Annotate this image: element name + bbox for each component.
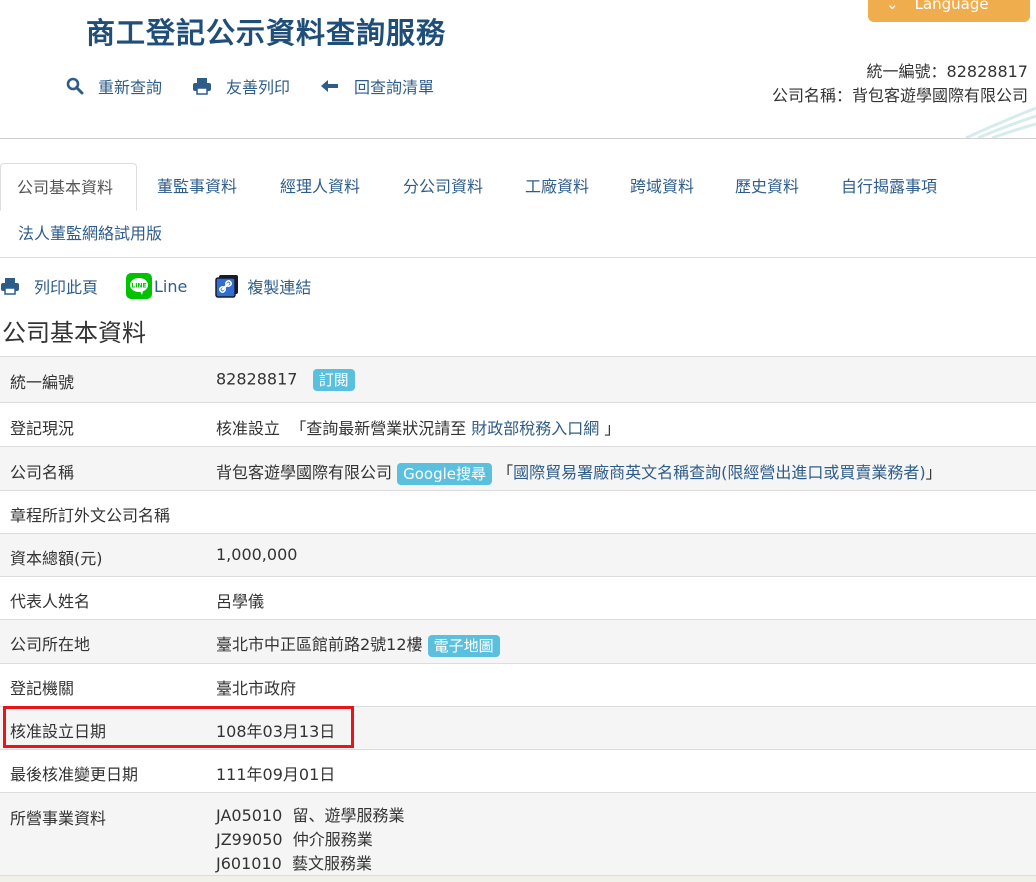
new-search-label: 重新查詢 xyxy=(98,78,163,97)
print-icon xyxy=(193,78,212,95)
highlight-annotation xyxy=(3,706,354,748)
chevron-down-icon: ⌄ xyxy=(886,0,899,13)
row-label: 登記機關 xyxy=(10,679,75,698)
row-label: 章程所訂外文公司名稱 xyxy=(10,506,171,525)
table-row-business: 所營事業資料 JA05010 留、遊學服務業 JZ99050 仲介服務業 J60… xyxy=(0,792,1036,875)
friendly-print-button[interactable]: 友善列印 xyxy=(192,74,290,98)
table-row-capital: 資本總額(元) 1,000,000 xyxy=(0,533,1036,576)
section-title: 公司基本資料 xyxy=(2,319,146,347)
tab-branches[interactable]: 分公司資料 xyxy=(403,163,483,211)
table-row-representative: 代表人姓名 呂學儀 xyxy=(0,576,1036,619)
unified-number-value: 82828817 xyxy=(216,369,298,389)
header-divider xyxy=(0,138,1036,139)
table-row-last-change-date: 最後核准變更日期 111年09月01日 xyxy=(0,749,1036,792)
tab-managers[interactable]: 經理人資料 xyxy=(280,163,360,211)
decorative-lines xyxy=(965,106,1036,138)
tab-cross-domain[interactable]: 跨域資料 xyxy=(630,163,694,211)
table-row-status: 登記現況 核准設立 「查詢最新營業狀況請至 財政部稅務入口網 」 xyxy=(0,402,1036,446)
tab-factories[interactable]: 工廠資料 xyxy=(525,163,589,211)
tab-basic-info[interactable]: 公司基本資料 xyxy=(0,163,137,211)
row-label: 最後核准變更日期 xyxy=(10,765,139,784)
subscribe-button[interactable]: 訂閱 xyxy=(312,369,355,391)
friendly-print-label: 友善列印 xyxy=(226,78,291,97)
header-company-info: 統一編號：82828817 公司名稱：背包客遊學國際有限公司 xyxy=(772,60,1028,108)
line-share-label: Line xyxy=(154,276,188,296)
electronic-map-button[interactable]: 電子地圖 xyxy=(427,634,500,657)
tax-portal-link[interactable]: 財政部稅務入口網 xyxy=(471,419,599,438)
business-item: JA05010 留、遊學服務業 xyxy=(216,806,405,825)
row-label: 所營事業資料 xyxy=(10,809,107,828)
row-value: 背包客遊學國際有限公司 Google搜尋 「國際貿易署廠商英文名稱查詢(限經營出… xyxy=(216,459,942,485)
table-row-unified-number: 統一編號 82828817 訂閱 xyxy=(0,356,1036,402)
row-label: 公司名稱 xyxy=(10,463,75,482)
status-note-prefix: 「查詢最新營業狀況請至 xyxy=(290,419,467,438)
google-search-button[interactable]: Google搜尋 xyxy=(397,462,493,485)
table-row-company-name: 公司名稱 背包客遊學國際有限公司 Google搜尋 「國際貿易署廠商英文名稱查詢… xyxy=(0,446,1036,490)
business-item: J601010 藝文服務業 xyxy=(216,854,372,873)
tab-history[interactable]: 歷史資料 xyxy=(735,163,799,211)
share-toolbar: 列印此頁 LINE Line 複製連結 xyxy=(0,272,339,300)
table-row-foreign-name: 章程所訂外文公司名稱 xyxy=(0,490,1036,533)
row-label: 公司所在地 xyxy=(10,635,91,654)
print-page-label: 列印此頁 xyxy=(34,278,99,297)
copy-link-button[interactable]: 複製連結 xyxy=(215,274,311,298)
language-label: Language xyxy=(914,0,989,13)
status-value: 核准設立 xyxy=(216,419,281,438)
business-list: JA05010 留、遊學服務業 JZ99050 仲介服務業 J601010 藝文… xyxy=(216,804,404,876)
table-row-address: 公司所在地 臺北市中正區館前路2號12樓 電子地圖 xyxy=(0,619,1036,663)
company-note-suffix: 」 xyxy=(925,463,942,482)
business-item: JZ99050 仲介服務業 xyxy=(216,830,373,849)
tab-self-disclosure[interactable]: 自行揭露事項 xyxy=(841,163,937,211)
row-label: 登記現況 xyxy=(10,419,75,438)
arrow-left-icon xyxy=(321,80,339,92)
search-icon xyxy=(66,77,84,95)
row-value: 呂學儀 xyxy=(216,592,265,611)
header-unified-number: 統一編號：82828817 xyxy=(866,62,1028,81)
svg-text:LINE: LINE xyxy=(131,283,146,290)
row-label: 代表人姓名 xyxy=(10,592,91,611)
company-name-value: 背包客遊學國際有限公司 xyxy=(216,463,393,482)
line-icon: LINE xyxy=(126,273,153,299)
row-value: 82828817 訂閱 xyxy=(216,369,355,391)
language-button[interactable]: ⌄ Language xyxy=(868,0,1030,22)
row-value: 111年09月01日 xyxy=(216,765,336,784)
print-page-button[interactable]: 列印此頁 xyxy=(0,274,98,298)
back-to-list-label: 回查詢清單 xyxy=(354,78,435,97)
header-actions: 重新查詢 友善列印 回查詢清單 xyxy=(66,74,464,98)
address-value: 臺北市中正區館前路2號12樓 xyxy=(216,635,423,654)
row-value: 核准設立 「查詢最新營業狀況請至 財政部稅務入口網 」 xyxy=(216,415,620,439)
site-title: 商工登記公示資料查詢服務 xyxy=(86,16,447,50)
row-label: 統一編號 xyxy=(10,373,75,392)
tabs-divider xyxy=(0,257,1036,258)
line-share-button[interactable]: LINE Line xyxy=(126,273,187,299)
link-icon xyxy=(215,275,239,298)
row-value: 臺北市政府 xyxy=(216,679,297,698)
print-icon xyxy=(1,278,19,295)
row-label: 資本總額(元) xyxy=(10,549,103,568)
row-value: 臺北市中正區館前路2號12樓 電子地圖 xyxy=(216,631,500,657)
status-note-suffix: 」 xyxy=(604,419,621,438)
tab-director-network[interactable]: 法人董監網絡試用版 xyxy=(18,210,162,258)
table-row-authority: 登記機關 臺北市政府 xyxy=(0,663,1036,706)
tab-directors[interactable]: 董監事資料 xyxy=(157,163,237,211)
company-note-prefix: 「 xyxy=(497,463,514,482)
row-value: 1,000,000 xyxy=(216,545,298,564)
trade-english-name-link[interactable]: 國際貿易署廠商英文名稱查詢(限經營出進口或買賣業務者) xyxy=(513,463,926,482)
copy-link-label: 複製連結 xyxy=(247,278,312,297)
new-search-button[interactable]: 重新查詢 xyxy=(66,74,162,98)
back-to-list-button[interactable]: 回查詢清單 xyxy=(320,74,434,98)
